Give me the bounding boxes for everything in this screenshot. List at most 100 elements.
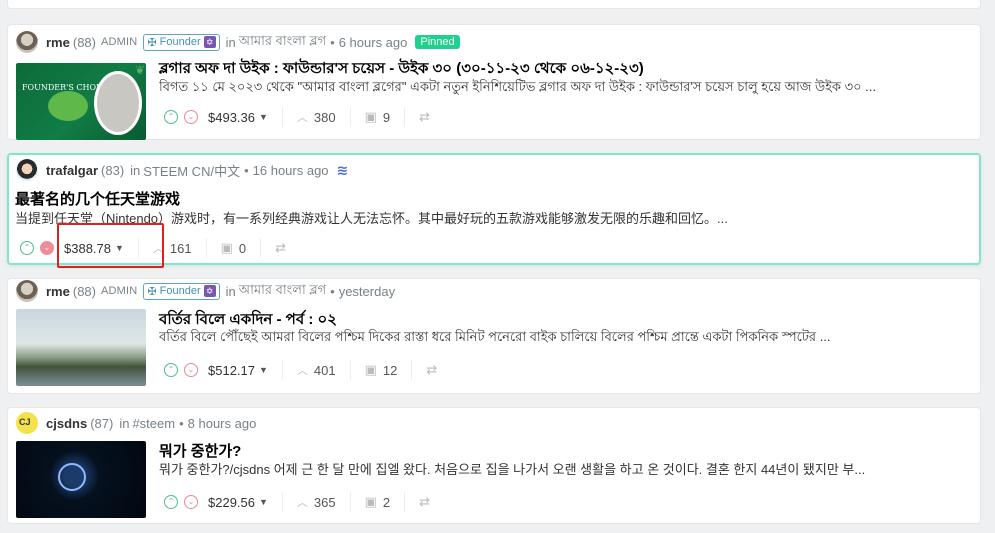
post-actions: ⌃ ⌄ $229.56 ▼ ︿ 365 ▣ 2 ⇄ [164, 491, 430, 513]
downvote-button[interactable]: ⌄ [184, 363, 198, 377]
author-reputation: (88) [72, 34, 96, 50]
founder-cross-icon: ✠ [147, 36, 157, 49]
community-link[interactable]: আমার বাংলা ব্লগ [239, 281, 326, 302]
post-title[interactable]: 最著名的几个任天堂游戏 [15, 188, 180, 209]
payout-value[interactable]: $512.17 [208, 363, 255, 378]
upvote-button[interactable]: ⌃ [164, 363, 178, 377]
post-summary[interactable]: 뭐가 중한가?/cjsdns 어제 근 한 달 만에 집엘 왔다. 처음으로 집… [159, 459, 971, 478]
reblog-icon[interactable]: ⇄ [275, 240, 286, 256]
divider [349, 360, 351, 380]
upvote-button[interactable]: ⌃ [164, 110, 178, 124]
post-meta: trafalgar (83) in STEEM CN/中文 • 16 hours… [16, 159, 349, 181]
post-thumbnail[interactable] [16, 309, 146, 386]
star-of-david-icon: ✡ [203, 285, 216, 297]
comment-count[interactable]: 2 [383, 495, 390, 510]
post-summary[interactable]: বর্তির বিলে পৌঁছেই আমরা বিলের পশ্চিম দিক… [159, 328, 971, 349]
comment-count[interactable]: 9 [383, 110, 390, 125]
divider [404, 492, 406, 512]
payout-value[interactable]: $229.56 [208, 495, 255, 510]
founder-badge: ✠ Founder ✡ [143, 33, 220, 51]
in-label: in [225, 283, 236, 299]
post-card[interactable]: rme (88) ADMIN ✠ Founder ✡ in আমার বাংলা… [7, 24, 981, 140]
comment-count[interactable]: 12 [383, 363, 397, 378]
founder-label: Founder [159, 36, 201, 48]
divider [281, 492, 283, 512]
divider [349, 492, 351, 512]
pinned-badge: Pinned [415, 35, 460, 49]
chevron-up-icon: ︿ [296, 112, 308, 124]
upvote-button[interactable]: ⌃ [164, 495, 178, 509]
admin-label: ADMIN [100, 36, 138, 48]
divider [260, 238, 262, 258]
vote-count[interactable]: 365 [314, 495, 336, 510]
chevron-down-icon[interactable]: ▼ [259, 112, 268, 122]
upvote-button[interactable]: ⌃ [20, 241, 34, 255]
post-time: 8 hours ago [187, 415, 257, 431]
post-time: 16 hours ago [252, 162, 329, 178]
author-name[interactable]: trafalgar [46, 163, 98, 178]
comment-icon: ▣ [364, 362, 377, 377]
author-reputation: (87) [90, 415, 114, 431]
comment-count[interactable]: 0 [239, 241, 246, 256]
leaf-icon: ❦ [135, 63, 146, 77]
reblog-icon[interactable]: ⇄ [419, 109, 430, 125]
separator-dot: • [179, 415, 184, 431]
reblog-icon[interactable]: ⇄ [426, 362, 437, 378]
post-actions: ⌃ ⌄ $493.36 ▼ ︿ 380 ▣ 9 ⇄ [164, 106, 430, 128]
payout-value[interactable]: $493.36 [208, 110, 255, 125]
comment-icon: ▣ [364, 494, 377, 509]
founder-badge: ✠ Founder ✡ [143, 282, 220, 300]
community-link[interactable]: আমার বাংলা ব্লগ [239, 32, 326, 53]
avatar[interactable] [16, 280, 38, 302]
community-link[interactable]: #steem [132, 416, 175, 431]
in-label: in [130, 162, 141, 178]
author-name[interactable]: rme [46, 284, 70, 299]
post-card[interactable]: cjsdns (87) in #steem • 8 hours ago 뭐가 중… [7, 407, 981, 524]
author-reputation: (88) [72, 283, 96, 299]
divider [349, 107, 351, 127]
divider [281, 360, 283, 380]
post-title[interactable]: 뭐가 중한가? [159, 440, 241, 461]
post-card[interactable]: rme (88) ADMIN ✠ Founder ✡ in আমার বাংলা… [7, 278, 981, 394]
post-summary[interactable]: বিগত ১১ মে ২০২৩ থেকে "আমার বাংলা ব্লগের"… [159, 78, 971, 99]
post-thumbnail[interactable]: FOUNDER'S CHOICE [16, 63, 146, 140]
downvote-button[interactable]: ⌄ [184, 110, 198, 124]
post-actions: ⌃ ⌄ $512.17 ▼ ︿ 401 ▣ 12 ⇄ [164, 359, 437, 381]
downvote-button[interactable]: ⌄ [184, 495, 198, 509]
separator-dot: • [244, 162, 249, 178]
post-meta: rme (88) ADMIN ✠ Founder ✡ in আমার বাংলা… [16, 280, 396, 302]
vote-count[interactable]: 161 [170, 241, 192, 256]
steem-logo-icon: ≋ [336, 161, 349, 178]
chevron-down-icon[interactable]: ▼ [259, 497, 268, 507]
thumbnail-portrait [94, 71, 142, 135]
downvote-button[interactable]: ⌄ [40, 241, 54, 255]
vote-count[interactable]: 380 [314, 110, 336, 125]
separator-dot: • [330, 283, 335, 299]
reblog-icon[interactable]: ⇄ [419, 494, 430, 510]
post-time: yesterday [338, 283, 396, 299]
previous-post-card [7, 0, 981, 9]
author-name[interactable]: cjsdns [46, 416, 87, 431]
avatar[interactable] [16, 412, 38, 434]
divider [411, 360, 413, 380]
post-time: 6 hours ago [338, 34, 408, 50]
avatar[interactable] [16, 159, 38, 181]
post-meta: rme (88) ADMIN ✠ Founder ✡ in আমার বাংলা… [16, 31, 460, 53]
in-label: in [225, 34, 236, 50]
in-label: in [119, 415, 130, 431]
avatar[interactable] [16, 31, 38, 53]
star-of-david-icon: ✡ [203, 36, 216, 48]
chevron-down-icon[interactable]: ▼ [259, 365, 268, 375]
community-link[interactable]: STEEM CN/中文 [143, 161, 240, 180]
divider [205, 238, 207, 258]
chevron-up-icon: ︿ [296, 365, 308, 377]
author-name[interactable]: rme [46, 35, 70, 50]
chevron-up-icon: ︿ [296, 497, 308, 509]
admin-label: ADMIN [100, 285, 138, 297]
author-reputation: (83) [101, 162, 125, 178]
payout-highlight-box [57, 223, 164, 268]
comment-icon: ▣ [220, 240, 233, 255]
founder-cross-icon: ✠ [147, 285, 157, 298]
vote-count[interactable]: 401 [314, 363, 336, 378]
post-thumbnail[interactable] [16, 441, 146, 518]
